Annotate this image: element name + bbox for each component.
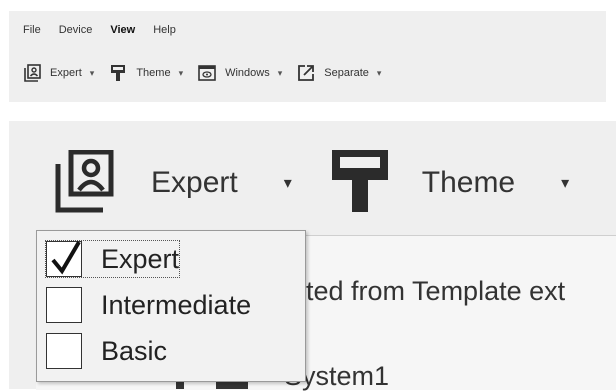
small-separate-button[interactable]: Separate [296, 63, 369, 83]
small-windows-caret-icon[interactable]: ▾ [278, 68, 283, 79]
small-expert-label: Expert [50, 67, 82, 79]
paint-roller-icon [111, 65, 126, 81]
small-windows-label: Windows [225, 67, 270, 79]
zoomed-toolbar: Expert ▾ Theme ▾ [51, 150, 569, 216]
checkbox-intermediate[interactable] [46, 287, 82, 323]
small-toolbar: Expert ▾ Theme ▾ Windows ▾ Separate ▾ [22, 63, 395, 83]
user-level-icon [24, 64, 41, 82]
checkbox-basic[interactable] [46, 333, 82, 369]
theme-label: Theme [421, 166, 516, 199]
theme-caret-icon[interactable]: ▾ [561, 173, 569, 193]
expert-button[interactable]: Expert ▾ [51, 150, 292, 216]
small-separate-caret-icon[interactable]: ▾ [377, 68, 382, 79]
small-theme-caret-icon[interactable]: ▾ [179, 68, 184, 79]
checkbox-expert[interactable] [46, 240, 82, 277]
small-separate-label: Separate [324, 67, 369, 79]
option-label: Intermediate [101, 289, 252, 320]
small-theme-button[interactable]: Theme [108, 63, 171, 83]
expert-caret-icon[interactable]: ▾ [284, 173, 292, 193]
small-expert-button[interactable]: Expert [22, 63, 82, 83]
checkmark-icon [51, 240, 81, 275]
small-expert-caret-icon[interactable]: ▾ [90, 68, 95, 79]
option-basic[interactable]: Basic [46, 333, 167, 369]
menu-file[interactable]: File [23, 24, 41, 36]
small-windows-button[interactable]: Windows [197, 63, 270, 83]
external-window-icon [298, 65, 315, 81]
windows-icon [198, 65, 216, 81]
menu-bar: File Device View Help [23, 24, 194, 36]
paint-roller-icon [331, 150, 388, 212]
small-theme-label: Theme [136, 67, 171, 79]
option-label: Expert [101, 243, 180, 274]
option-expert[interactable]: Expert [44, 240, 181, 278]
user-level-dropdown: Expert Intermediate Basic [36, 230, 306, 382]
user-level-icon [55, 150, 114, 213]
menu-device[interactable]: Device [59, 24, 93, 36]
option-label: Basic [101, 335, 168, 366]
background-text-line: ted from Template ext [306, 276, 566, 306]
theme-button[interactable]: Theme ▾ [328, 150, 569, 216]
menu-help[interactable]: Help [153, 24, 176, 36]
menu-view[interactable]: View [110, 24, 135, 36]
option-intermediate[interactable]: Intermediate [46, 287, 251, 323]
expert-label: Expert [151, 166, 238, 199]
